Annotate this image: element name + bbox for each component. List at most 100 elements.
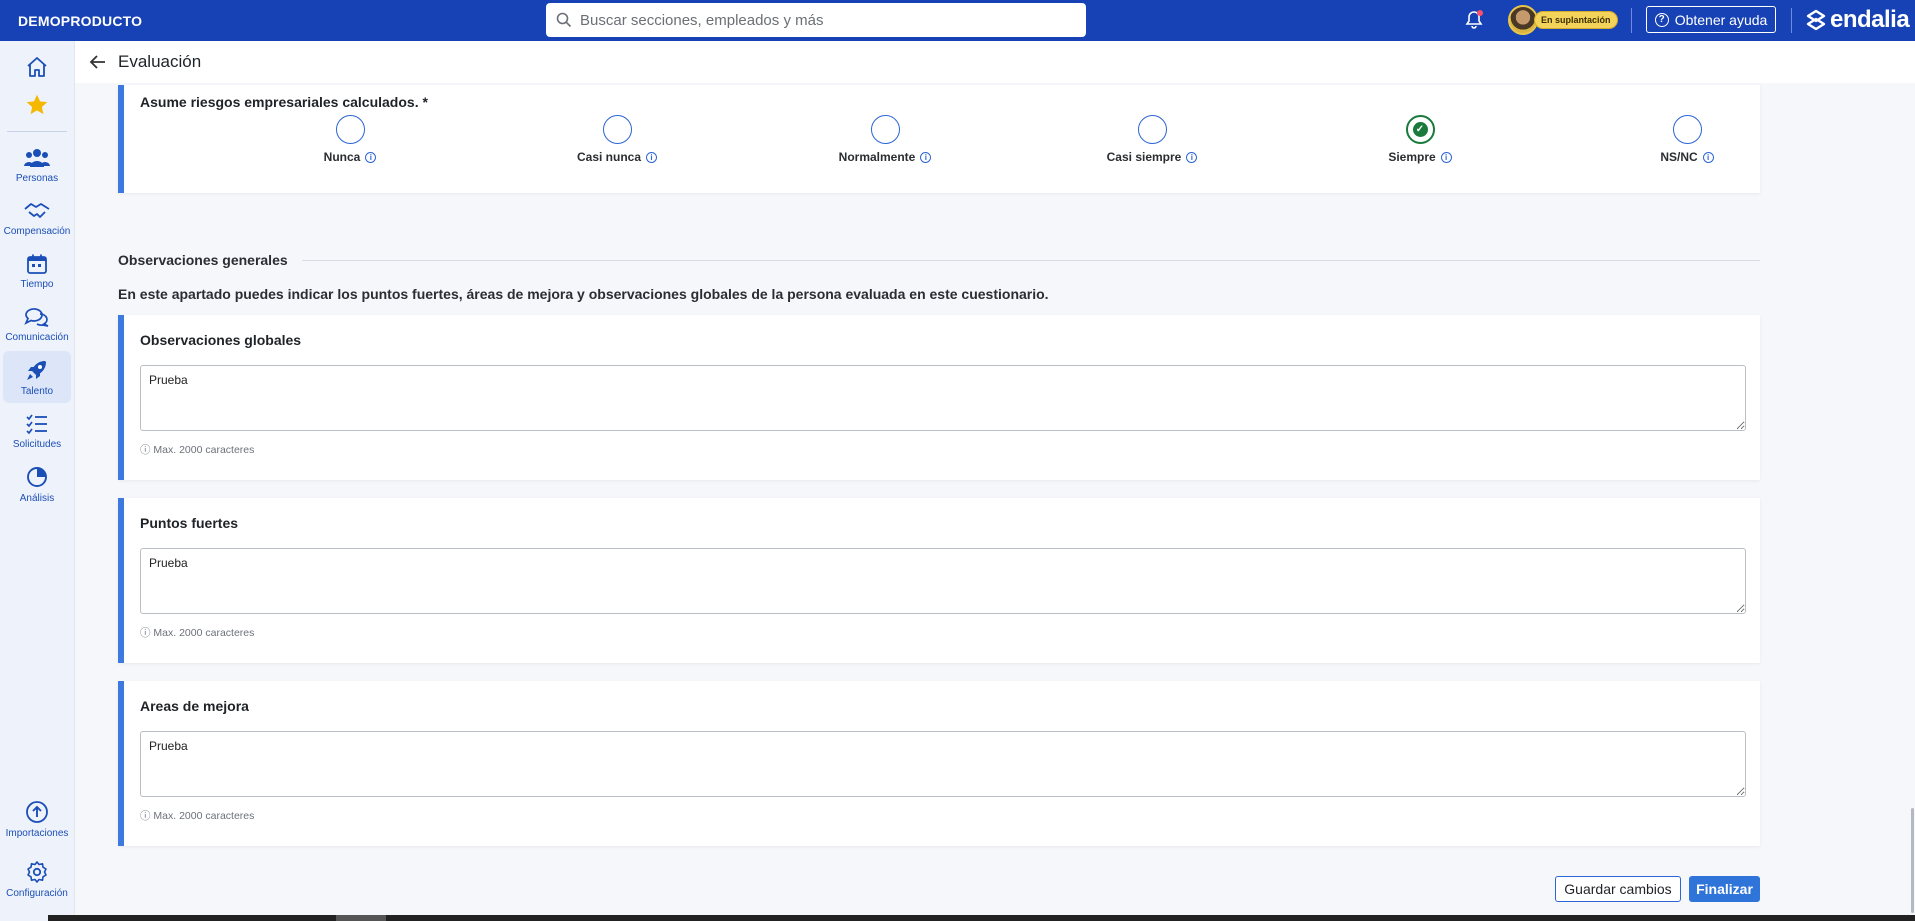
check-icon: ✓ [1412, 122, 1428, 137]
observaciones-globales-card: Observaciones globales ⓘ Max. 2000 carac… [118, 315, 1760, 480]
user-menu[interactable]: En suplantación [1508, 4, 1618, 36]
sidebar-item-label: Compensación [3, 225, 71, 237]
sidebar-item-configuracion[interactable]: Configuración [3, 853, 71, 905]
option-label: Casi siempre [1106, 150, 1182, 164]
puntos-fuertes-textarea[interactable] [140, 548, 1746, 614]
option-label: NS/NC [1660, 150, 1698, 164]
option-label: Casi nunca [576, 150, 642, 164]
option-label: Siempre [1388, 150, 1436, 164]
option-siempre[interactable]: ✓ Siempre i [1350, 115, 1490, 164]
observaciones-globales-textarea[interactable] [140, 365, 1746, 431]
option-label: Nunca [323, 150, 361, 164]
sidebar-item-favorites[interactable] [3, 79, 71, 131]
radio-button[interactable] [870, 115, 900, 144]
sidebar-divider [7, 131, 67, 132]
sidebar-item-analisis[interactable]: Análisis [3, 458, 71, 510]
star-icon [26, 94, 48, 115]
search-icon [556, 12, 572, 28]
field-title: Puntos fuertes [140, 515, 239, 531]
field-title: Areas de mejora [140, 698, 249, 714]
option-casi-nunca[interactable]: Casi nunca i [547, 115, 687, 164]
sidebar-item-label: Configuración [6, 887, 68, 899]
impersonation-badge: En suplantación [1534, 11, 1618, 29]
logo-text: endalia [1830, 6, 1910, 33]
section-header: Observaciones generales [118, 252, 1760, 268]
home-icon [27, 57, 47, 77]
handshake-icon [24, 202, 50, 218]
option-ns-nc[interactable]: NS/NC i [1617, 115, 1757, 164]
char-limit-hint: ⓘ Max. 2000 caracteres [140, 444, 255, 456]
divider [1631, 8, 1632, 33]
gear-icon [27, 860, 47, 883]
info-icon[interactable]: i [1186, 151, 1198, 163]
sidebar: Personas Compensación Tiempo Comunicació… [0, 41, 75, 921]
sidebar-item-label: Talento [20, 385, 54, 397]
scrollbar-segment[interactable] [336, 915, 386, 921]
sidebar-item-compensacion[interactable]: Compensación [3, 192, 71, 244]
radio-button[interactable] [1137, 115, 1167, 144]
rocket-icon [27, 360, 46, 380]
scrollbar-thumb[interactable] [1911, 808, 1914, 913]
option-label: Normalmente [838, 150, 916, 164]
char-limit-hint: ⓘ Max. 2000 caracteres [140, 627, 255, 639]
notification-dot [1477, 10, 1483, 16]
option-casi-siempre[interactable]: Casi siempre i [1082, 115, 1222, 164]
option-normalmente[interactable]: Normalmente i [815, 115, 955, 164]
logo-mark-icon [1806, 9, 1826, 31]
pie-chart-icon [27, 466, 47, 487]
info-icon[interactable]: i [646, 151, 658, 163]
endalia-logo[interactable]: endalia [1806, 6, 1910, 34]
sidebar-item-tiempo[interactable]: Tiempo [3, 245, 71, 297]
radio-button[interactable] [335, 115, 365, 144]
finish-button[interactable]: Finalizar [1689, 876, 1760, 902]
search-input[interactable] [580, 11, 1060, 29]
chat-icon [24, 307, 49, 327]
sidebar-item-personas[interactable]: Personas [3, 139, 71, 191]
scrollbar[interactable] [1908, 85, 1915, 921]
sidebar-item-comunicacion[interactable]: Comunicación [3, 298, 71, 350]
areas-de-mejora-textarea[interactable] [140, 731, 1746, 797]
sidebar-item-label: Importaciones [5, 827, 69, 839]
answer-options: Nunca i Casi nunca i Normalmente i Casi sie… [124, 115, 1760, 179]
info-icon[interactable]: i [1440, 151, 1452, 163]
help-button[interactable]: ? Obtener ayuda [1646, 6, 1776, 33]
people-icon [24, 148, 50, 167]
back-arrow-icon[interactable] [88, 52, 108, 72]
radio-button[interactable] [602, 115, 632, 144]
page-title: Evaluación [118, 52, 202, 71]
sidebar-item-solicitudes[interactable]: Solicitudes [3, 405, 71, 457]
sidebar-item-label: Personas [15, 172, 59, 184]
sidebar-item-label: Análisis [19, 492, 55, 504]
radio-button[interactable] [1672, 115, 1702, 144]
question-icon: ? [1654, 12, 1669, 27]
section-description: En este apartado puedes indicar los punt… [118, 286, 1049, 302]
upload-icon [26, 800, 48, 823]
divider [301, 259, 1760, 261]
sidebar-item-talento[interactable]: Talento [3, 351, 71, 403]
option-nunca[interactable]: Nunca i [280, 115, 420, 164]
checklist-icon [26, 413, 47, 434]
info-icon[interactable]: i [1702, 151, 1714, 163]
radio-button-selected[interactable]: ✓ [1405, 115, 1435, 144]
sidebar-item-label: Solicitudes [12, 438, 62, 450]
divider [1791, 8, 1792, 33]
sidebar-item-label: Comunicación [5, 331, 69, 343]
sidebar-item-label: Tiempo [20, 278, 54, 290]
question-card: Asume riesgos empresariales calculados. … [118, 85, 1760, 193]
puntos-fuertes-card: Puntos fuertes ⓘ Max. 2000 caracteres [118, 498, 1760, 663]
section-title: Observaciones generales [118, 252, 288, 268]
info-icon[interactable]: i [365, 151, 377, 163]
field-title: Observaciones globales [140, 332, 302, 348]
areas-de-mejora-card: Areas de mejora ⓘ Max. 2000 caracteres [118, 681, 1760, 846]
help-label: Obtener ayuda [1674, 11, 1768, 28]
horizontal-scrollbar[interactable] [48, 915, 1915, 921]
char-limit-hint: ⓘ Max. 2000 caracteres [140, 810, 255, 822]
company-name[interactable]: DEMOPRODUCTO [18, 13, 142, 29]
calendar-icon [27, 254, 47, 274]
info-icon[interactable]: i [920, 151, 932, 163]
sidebar-item-importaciones[interactable]: Importaciones [3, 793, 71, 845]
question-title: Asume riesgos empresariales calculados. … [140, 94, 428, 110]
page-header: Evaluación [75, 41, 1915, 83]
search-box[interactable] [546, 3, 1086, 37]
save-changes-button[interactable]: Guardar cambios [1555, 876, 1681, 902]
